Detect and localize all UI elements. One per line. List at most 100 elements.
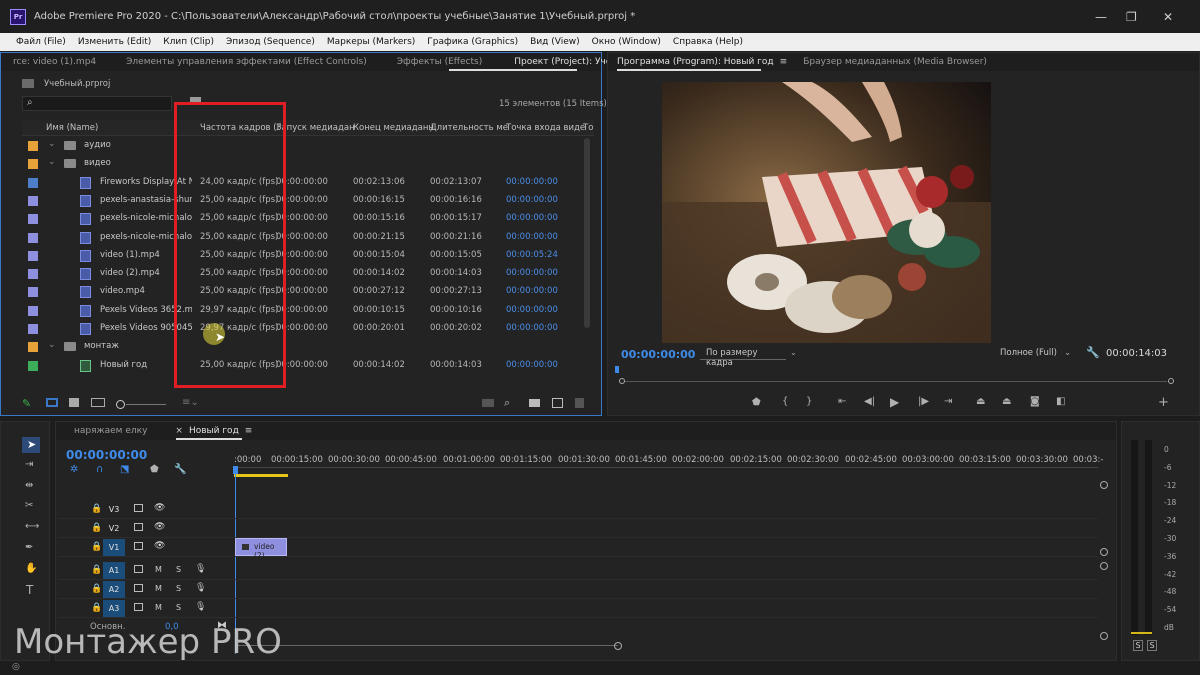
vscroll-mid-handle[interactable]	[1100, 548, 1108, 556]
menu-clip[interactable]: Клип (Clip)	[163, 37, 214, 47]
slip-tool-icon[interactable]: ⟷	[25, 521, 39, 532]
menu-sequence[interactable]: Эпизод (Sequence)	[226, 37, 315, 47]
track-target-a3[interactable]: A3	[103, 600, 125, 617]
zoom-slider-handle[interactable]	[116, 400, 125, 409]
quality-dropdown[interactable]: Полное (Full) ⌄	[996, 346, 1076, 360]
icon-view-icon[interactable]	[69, 398, 79, 407]
bin-row[interactable]: ⌄ монтаж	[22, 338, 590, 356]
track-lock-icon[interactable]: 🔒	[91, 565, 102, 575]
mute-button[interactable]: M	[155, 603, 162, 612]
tab-sequence-new-year[interactable]: Новый год	[189, 426, 239, 436]
add-button-icon[interactable]: +	[1158, 395, 1169, 410]
sync-lock-icon[interactable]	[134, 565, 143, 573]
tab-program[interactable]: Программа (Program): Новый год	[617, 57, 774, 67]
label-color-swatch[interactable]	[28, 159, 38, 170]
mark-out-icon[interactable]: }	[806, 396, 812, 407]
label-color-swatch[interactable]	[28, 269, 38, 280]
menu-edit[interactable]: Изменить (Edit)	[78, 37, 151, 47]
column-media-end[interactable]: Конец медиаданн	[353, 123, 434, 133]
list-view-icon[interactable]	[46, 398, 58, 407]
clip-row[interactable]: pexels-nicole-michalou- 25,00 кадр/с (fps…	[22, 229, 590, 247]
clip-row[interactable]: pexels-anastasia-shura 25,00 кадр/с (fps)…	[22, 192, 590, 210]
linked-selection-icon[interactable]: ⬔	[120, 464, 129, 475]
microphone-icon[interactable]: 🎙	[195, 602, 206, 612]
program-zoom-bar[interactable]	[625, 381, 1167, 382]
track-lock-icon[interactable]: 🔒	[91, 603, 102, 613]
render-status-icon[interactable]: ◎	[12, 662, 20, 672]
label-color-swatch[interactable]	[28, 195, 38, 206]
clip-row[interactable]: video (2).mp4 25,00 кадр/с (fps) 00:00:00:…	[22, 265, 590, 283]
pen-tool-icon[interactable]: ✒	[25, 542, 33, 553]
vscroll-audio-handle[interactable]	[1100, 562, 1108, 570]
find-icon[interactable]: ⌕	[504, 396, 510, 410]
tab-media-browser[interactable]: Браузер медиаданных (Media Browser)	[803, 57, 987, 67]
column-video-in[interactable]: Точка входа виде	[506, 123, 585, 133]
hand-tool-icon[interactable]: ✋	[25, 563, 37, 574]
snap-icon[interactable]: ∩	[96, 464, 103, 475]
program-playhead[interactable]	[615, 366, 619, 373]
step-back-icon[interactable]: ◀|	[864, 396, 875, 407]
clip-row[interactable]: Fireworks Display At Ni 24,00 кадр/с (fps…	[22, 174, 590, 192]
column-media-duration[interactable]: Длительность ме	[430, 123, 508, 133]
label-color-swatch[interactable]	[28, 250, 38, 261]
label-color-swatch[interactable]	[28, 305, 38, 316]
menu-graphics[interactable]: Графика (Graphics)	[427, 37, 518, 47]
tab-effect-controls[interactable]: Элементы управления эффектами (Effect Co…	[126, 57, 367, 67]
solo-right-button[interactable]: S	[1147, 640, 1157, 651]
tab-sequence-tree[interactable]: наряжаем елку	[74, 426, 147, 436]
menu-markers[interactable]: Маркеры (Markers)	[327, 37, 415, 47]
track-lock-icon[interactable]: 🔒	[91, 584, 102, 594]
menu-view[interactable]: Вид (View)	[530, 37, 580, 47]
eye-icon[interactable]: 👁	[154, 503, 165, 513]
new-item-icon[interactable]	[552, 398, 563, 408]
sync-lock-icon[interactable]	[134, 584, 143, 592]
sync-lock-icon[interactable]	[134, 523, 143, 531]
column-name[interactable]: Имя (Name)	[46, 123, 98, 133]
minimize-icon[interactable]: —	[1095, 10, 1107, 24]
label-color-swatch[interactable]	[28, 324, 38, 334]
freeform-view-icon[interactable]	[91, 398, 105, 407]
disclosure-icon[interactable]: ⌄	[48, 340, 56, 350]
wrench-icon[interactable]: 🔧	[1086, 346, 1100, 359]
hscroll-handle[interactable]	[614, 642, 622, 650]
pencil-icon[interactable]: ✎	[22, 397, 31, 410]
nest-icon[interactable]: ✲	[70, 464, 78, 475]
export-frame-icon[interactable]: ◙	[1030, 396, 1040, 407]
disclosure-icon[interactable]: ⌄	[48, 139, 56, 149]
sort-icon[interactable]: ≡⌄	[182, 397, 199, 408]
label-color-swatch[interactable]	[28, 214, 38, 225]
zoom-slider-track[interactable]	[126, 404, 166, 405]
track-target-a1[interactable]: A1	[103, 562, 125, 579]
fit-dropdown[interactable]: По размеру кадра	[700, 346, 786, 368]
comparison-view-icon[interactable]: ◧	[1056, 396, 1065, 407]
fit-dropdown-chevron-icon[interactable]: ⌄	[790, 348, 797, 357]
clip-row[interactable]: Pexels Videos 905045. 29,97 кадр/с (fps) 0…	[22, 320, 590, 338]
type-tool-icon[interactable]: T	[26, 583, 33, 597]
solo-left-button[interactable]: S	[1133, 640, 1143, 651]
clip-row[interactable]: video.mp4 25,00 кадр/с (fps) 00:00:00:00 00…	[22, 283, 590, 301]
label-color-swatch[interactable]	[28, 342, 38, 353]
add-marker-icon[interactable]: ⬟	[150, 464, 159, 475]
trash-icon[interactable]	[575, 398, 584, 408]
solo-button[interactable]: S	[176, 565, 181, 574]
ripple-edit-tool-icon[interactable]: ⇹	[25, 480, 33, 491]
project-scrollbar[interactable]	[584, 138, 590, 328]
column-media-start[interactable]: Запуск медиадан	[276, 123, 355, 133]
timeline-current-time[interactable]: 00:00:00:00	[66, 448, 147, 462]
program-time-ruler[interactable]	[615, 366, 1180, 373]
track-target-v2[interactable]: V2	[103, 520, 125, 537]
menu-file[interactable]: Файл (File)	[16, 37, 66, 47]
clip-row[interactable]: Pexels Videos 3652.mp 29,97 кадр/с (fps) 0…	[22, 302, 590, 320]
solo-button[interactable]: S	[176, 584, 181, 593]
track-lock-icon[interactable]: 🔒	[91, 504, 102, 514]
label-color-swatch[interactable]	[28, 360, 38, 371]
track-target-a2[interactable]: A2	[103, 581, 125, 598]
vscroll-bottom-handle[interactable]	[1100, 632, 1108, 640]
lift-icon[interactable]: ⏏	[976, 396, 985, 407]
search-input[interactable]: ⌕	[22, 96, 172, 111]
track-target-v3[interactable]: V3	[103, 501, 125, 518]
tab-source[interactable]: rce: video (1).mp4	[13, 57, 96, 67]
timeline-panel-menu-icon[interactable]: ≡	[245, 426, 253, 436]
sync-lock-icon[interactable]	[134, 542, 143, 550]
clip-row[interactable]: Новый год 25,00 кадр/с (fps) 00:00:00:00 00…	[22, 357, 590, 375]
